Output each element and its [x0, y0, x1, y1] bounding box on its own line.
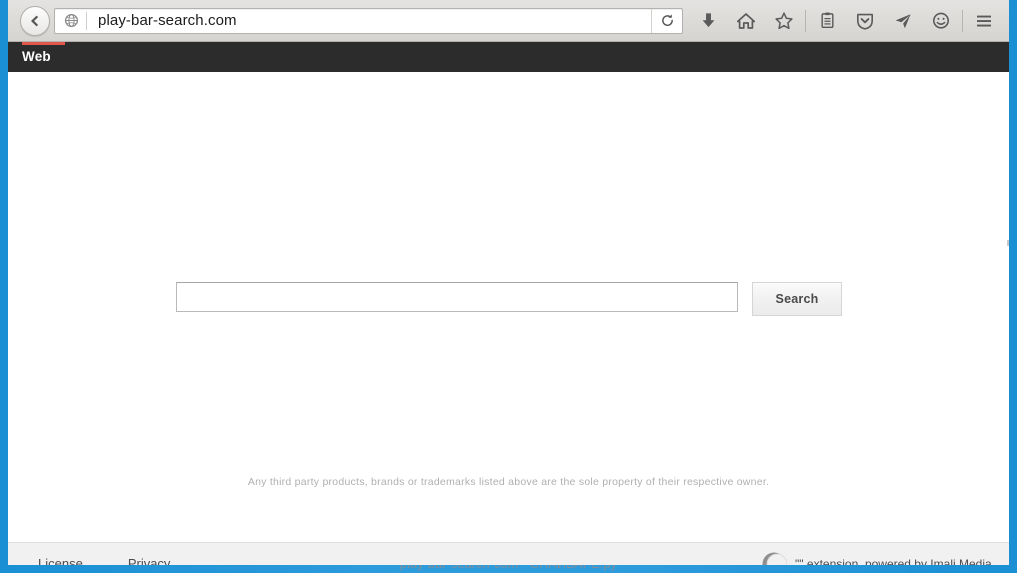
smiley-feedback-icon [933, 12, 949, 29]
browser-toolbar: play-bar-search.com [8, 0, 1009, 42]
crescent-moon-logo [762, 551, 788, 565]
toolbar-divider [805, 9, 806, 32]
site-nav: Web [8, 42, 1009, 72]
globe-icon [64, 13, 79, 28]
back-arrow-icon [31, 15, 39, 26]
reader-list-button[interactable] [808, 5, 846, 37]
downloads-icon [702, 13, 714, 28]
toolbar-divider-2 [962, 9, 963, 32]
hamburger-menu-button[interactable] [965, 5, 1003, 37]
pocket-shield-button[interactable] [846, 5, 884, 37]
nav-tab-web[interactable]: Web [8, 42, 65, 72]
reload-button[interactable] [651, 8, 682, 33]
screenshot-frame: play-bar-search-com - СПАЙВАРЕ.ру [0, 0, 1017, 573]
search-input[interactable] [176, 282, 738, 312]
pocket-shield-icon [857, 13, 873, 30]
home-icon [736, 12, 756, 29]
site-footer: License Privacy "" extension, powered by… [8, 542, 1009, 565]
footer-link-license[interactable]: License [38, 556, 83, 565]
send-tab-icon [895, 13, 911, 28]
search-button[interactable]: Search [752, 282, 842, 316]
browser-window: play-bar-search.com Web Search Any third… [8, 0, 1009, 565]
page-body: Search Any third party products, brands … [8, 72, 1009, 542]
hamburger-menu-icon [977, 15, 991, 26]
home-button[interactable] [727, 5, 765, 37]
bookmark-star-button[interactable] [765, 5, 803, 37]
send-tab-button[interactable] [884, 5, 922, 37]
smiley-feedback-button[interactable] [922, 5, 960, 37]
back-button[interactable] [20, 5, 50, 36]
search-form: Search [176, 282, 842, 316]
bookmark-star-icon [775, 11, 793, 29]
reader-list-icon [820, 12, 834, 29]
scrollbar-artifact[interactable] [1007, 240, 1009, 246]
url-text[interactable]: play-bar-search.com [87, 12, 651, 29]
identity-box[interactable] [55, 11, 87, 30]
footer-link-privacy[interactable]: Privacy [128, 556, 171, 565]
footer-credit-area: "" extension, powered by Imali Media. [761, 551, 995, 566]
trademark-disclaimer: Any third party products, brands or trad… [247, 476, 770, 488]
downloads-button[interactable] [689, 5, 727, 37]
nav-active-accent [22, 42, 65, 45]
footer-credit-text: "" extension, powered by Imali Media. [795, 556, 995, 566]
url-bar[interactable]: play-bar-search.com [54, 7, 683, 34]
reload-icon [661, 14, 673, 26]
